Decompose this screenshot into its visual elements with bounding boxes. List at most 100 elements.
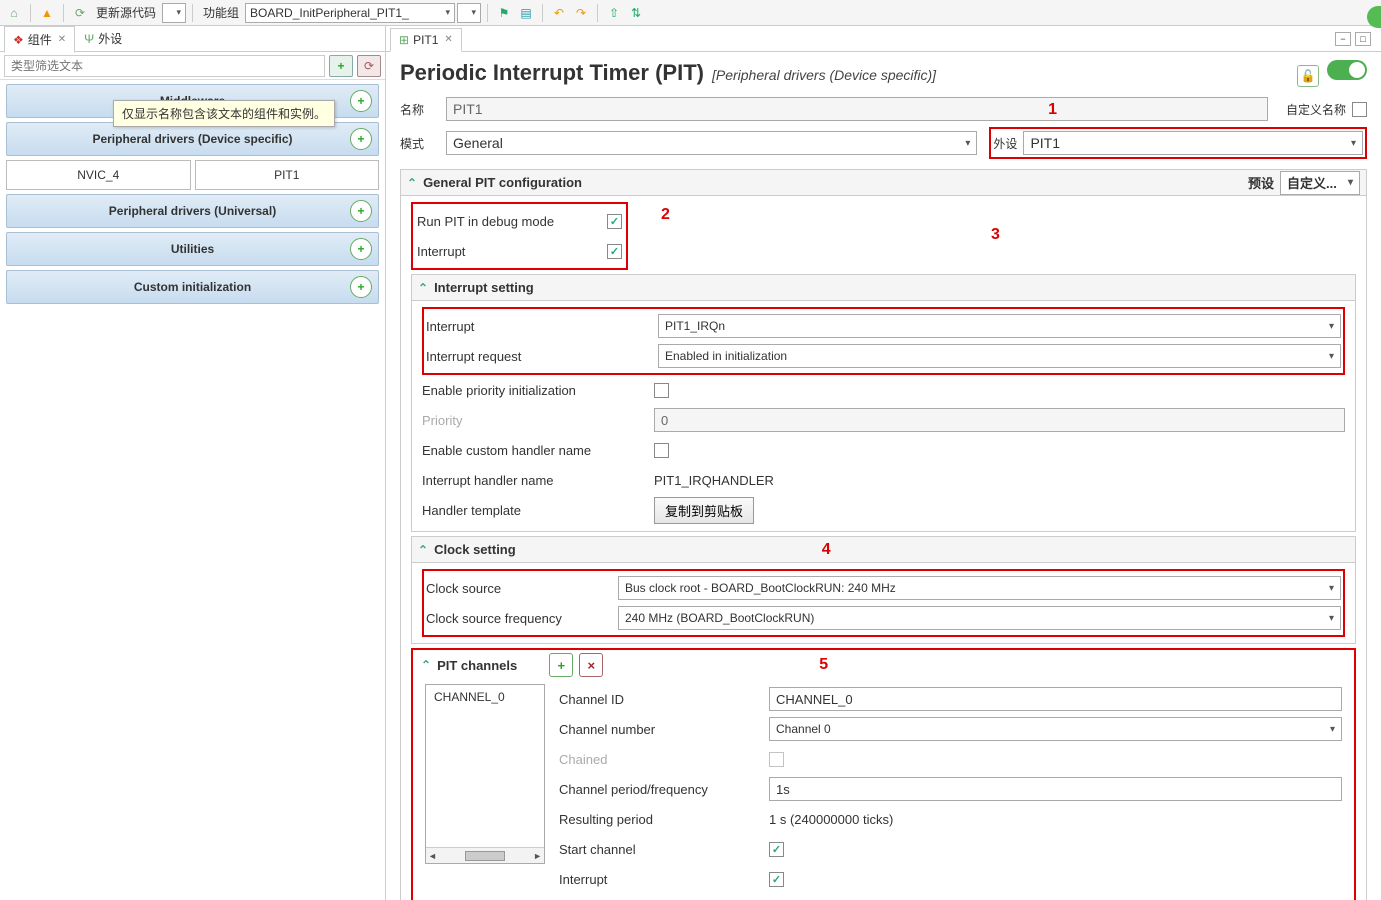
annotation-1: 1 bbox=[1048, 101, 1057, 119]
content: Periodic Interrupt Timer (PIT) [Peripher… bbox=[386, 52, 1381, 900]
encustom-label: Enable custom handler name bbox=[422, 443, 654, 458]
startchn-label: Start channel bbox=[559, 842, 769, 857]
peripheral-select[interactable]: PIT1 bbox=[1023, 131, 1363, 155]
copy-clipboard-button[interactable]: 复制到剪贴板 bbox=[654, 497, 754, 524]
preset-select[interactable]: 自定义... bbox=[1280, 171, 1360, 195]
filter-tooltip: 仅显示名称包含该文本的组件和实例。 bbox=[113, 100, 335, 127]
intreq-select[interactable]: Enabled in initialization bbox=[658, 344, 1341, 368]
section-clock-setting: ⌃Clock setting 4 Clock source Bus clock … bbox=[411, 536, 1356, 644]
add-pdd-button[interactable]: + bbox=[350, 128, 372, 150]
run-debug-checkbox[interactable] bbox=[607, 214, 622, 229]
chnperiod-label: Channel period/frequency bbox=[559, 782, 769, 797]
update-src-dropdown[interactable] bbox=[162, 3, 186, 23]
add-component-button[interactable]: + bbox=[329, 55, 353, 77]
prio-field: 0 bbox=[654, 408, 1345, 432]
flag-icon[interactable]: ⚑ bbox=[494, 3, 514, 23]
custom-name-label: 自定义名称 bbox=[1286, 101, 1346, 118]
refresh-components-button[interactable]: ⟳ bbox=[357, 55, 381, 77]
maximize-button[interactable]: □ bbox=[1355, 32, 1371, 46]
redo-icon[interactable]: ↷ bbox=[571, 3, 591, 23]
htpl-label: Handler template bbox=[422, 503, 654, 518]
main-toolbar: ⌂ ▲ ⟳ 更新源代码 功能组 BOARD_InitPeripheral_PIT… bbox=[0, 0, 1381, 26]
name-label: 名称 bbox=[400, 101, 440, 118]
collapse-icon[interactable]: ⌃ bbox=[407, 176, 417, 190]
close-icon[interactable]: ✕ bbox=[444, 34, 452, 45]
delete-channel-button[interactable]: × bbox=[579, 653, 603, 677]
chnnum-select[interactable]: Channel 0 bbox=[769, 717, 1342, 741]
channel-item[interactable]: CHANNEL_0 bbox=[426, 685, 544, 709]
hname-label: Interrupt handler name bbox=[422, 473, 654, 488]
sync-icon[interactable]: ⇅ bbox=[626, 3, 646, 23]
encustom-checkbox[interactable] bbox=[654, 443, 669, 458]
update-src-label[interactable]: 更新源代码 bbox=[92, 4, 160, 21]
item-nvic4[interactable]: NVIC_4 bbox=[6, 160, 191, 190]
channel-list[interactable]: CHANNEL_0 ◄► bbox=[425, 684, 545, 864]
prio-label: Priority bbox=[422, 413, 654, 428]
side-handle-icon[interactable] bbox=[1367, 6, 1381, 28]
clksrc-label: Clock source bbox=[426, 581, 618, 596]
item-pit1[interactable]: PIT1 bbox=[195, 160, 380, 190]
collapse-icon[interactable]: ⌃ bbox=[421, 658, 431, 672]
cat-periph-universal[interactable]: Peripheral drivers (Universal) + bbox=[6, 194, 379, 228]
fn-group-label: 功能组 bbox=[199, 4, 243, 21]
debug-interrupt-box: Run PIT in debug mode Interrupt bbox=[411, 202, 628, 270]
section-pit-channels: ⌃ PIT channels + × 5 CHANNEL_0 bbox=[411, 648, 1356, 900]
chnint-checkbox[interactable] bbox=[769, 872, 784, 887]
chained-checkbox bbox=[769, 752, 784, 767]
unlock-icon[interactable]: 🔓 bbox=[1297, 65, 1319, 87]
tab-components[interactable]: ❖ 组件 ✕ bbox=[4, 26, 75, 53]
mode-label: 模式 bbox=[400, 135, 440, 152]
cat-periph-device[interactable]: Peripheral drivers (Device specific) + bbox=[6, 122, 379, 156]
page-title: Periodic Interrupt Timer (PIT) bbox=[400, 60, 704, 86]
run-debug-label: Run PIT in debug mode bbox=[417, 214, 607, 229]
section-interrupt-setting: ⌃Interrupt setting Interrupt PIT1_IRQn I… bbox=[411, 274, 1356, 532]
int-select[interactable]: PIT1_IRQn bbox=[658, 314, 1341, 338]
refresh-icon[interactable]: ⟳ bbox=[70, 3, 90, 23]
collapse-icon[interactable]: ⌃ bbox=[418, 543, 428, 557]
add-middleware-button[interactable]: + bbox=[350, 90, 372, 112]
filter-input[interactable] bbox=[4, 55, 325, 77]
category-list: Middleware + Peripheral drivers (Device … bbox=[0, 80, 385, 900]
enable-toggle[interactable] bbox=[1327, 60, 1367, 80]
interrupt-checkbox[interactable] bbox=[607, 244, 622, 259]
tab-peripherals[interactable]: Ψ 外设 bbox=[75, 26, 131, 52]
add-channel-button[interactable]: + bbox=[549, 653, 573, 677]
annotation-5: 5 bbox=[819, 656, 828, 674]
list-icon[interactable]: ▤ bbox=[516, 3, 536, 23]
tab-pit1[interactable]: ⊞ PIT1 ✕ bbox=[390, 28, 462, 52]
annotation-2: 2 bbox=[661, 206, 670, 224]
chnid-field[interactable]: CHANNEL_0 bbox=[769, 687, 1342, 711]
collapse-icon[interactable]: ⌃ bbox=[418, 281, 428, 295]
home-icon[interactable]: ⌂ bbox=[4, 3, 24, 23]
cat-utilities[interactable]: Utilities + bbox=[6, 232, 379, 266]
right-panel: ⊞ PIT1 ✕ − □ Periodic Interrupt Timer (P… bbox=[386, 26, 1381, 900]
enprio-checkbox[interactable] bbox=[654, 383, 669, 398]
close-icon[interactable]: ✕ bbox=[58, 34, 66, 45]
fn-group-select[interactable]: BOARD_InitPeripheral_PIT1_ bbox=[245, 3, 455, 23]
warning-icon[interactable]: ▲ bbox=[37, 3, 57, 23]
clkfreq-select[interactable]: 240 MHz (BOARD_BootClockRUN) bbox=[618, 606, 1341, 630]
mode-row: 模式 General 外设 PIT1 bbox=[400, 127, 1367, 159]
clkfreq-label: Clock source frequency bbox=[426, 611, 618, 626]
clksrc-select[interactable]: Bus clock root - BOARD_BootClockRUN: 240… bbox=[618, 576, 1341, 600]
filter-bar: + ⟳ bbox=[0, 52, 385, 80]
annotation-4: 4 bbox=[822, 541, 831, 559]
hname-value: PIT1_IRQHANDLER bbox=[654, 473, 1345, 488]
section-general-pit: ⌃ General PIT configuration 预设 自定义... Ru… bbox=[400, 169, 1367, 900]
left-tabs: ❖ 组件 ✕ Ψ 外设 bbox=[0, 26, 385, 52]
chnperiod-field[interactable]: 1s bbox=[769, 777, 1342, 801]
fn-group-menu[interactable] bbox=[457, 3, 481, 23]
cat-custom-init[interactable]: Custom initialization + bbox=[6, 270, 379, 304]
add-utilities-button[interactable]: + bbox=[350, 238, 372, 260]
add-pdu-button[interactable]: + bbox=[350, 200, 372, 222]
name-field[interactable]: PIT1 bbox=[446, 97, 1268, 121]
add-custom-button[interactable]: + bbox=[350, 276, 372, 298]
page-subtitle: [Peripheral drivers (Device specific)] bbox=[712, 67, 936, 83]
upload-icon[interactable]: ⇧ bbox=[604, 3, 624, 23]
channel-scrollbar[interactable]: ◄► bbox=[426, 847, 544, 863]
undo-icon[interactable]: ↶ bbox=[549, 3, 569, 23]
minimize-button[interactable]: − bbox=[1335, 32, 1351, 46]
custom-name-checkbox[interactable] bbox=[1352, 102, 1367, 117]
mode-select[interactable]: General bbox=[446, 131, 977, 155]
startchn-checkbox[interactable] bbox=[769, 842, 784, 857]
